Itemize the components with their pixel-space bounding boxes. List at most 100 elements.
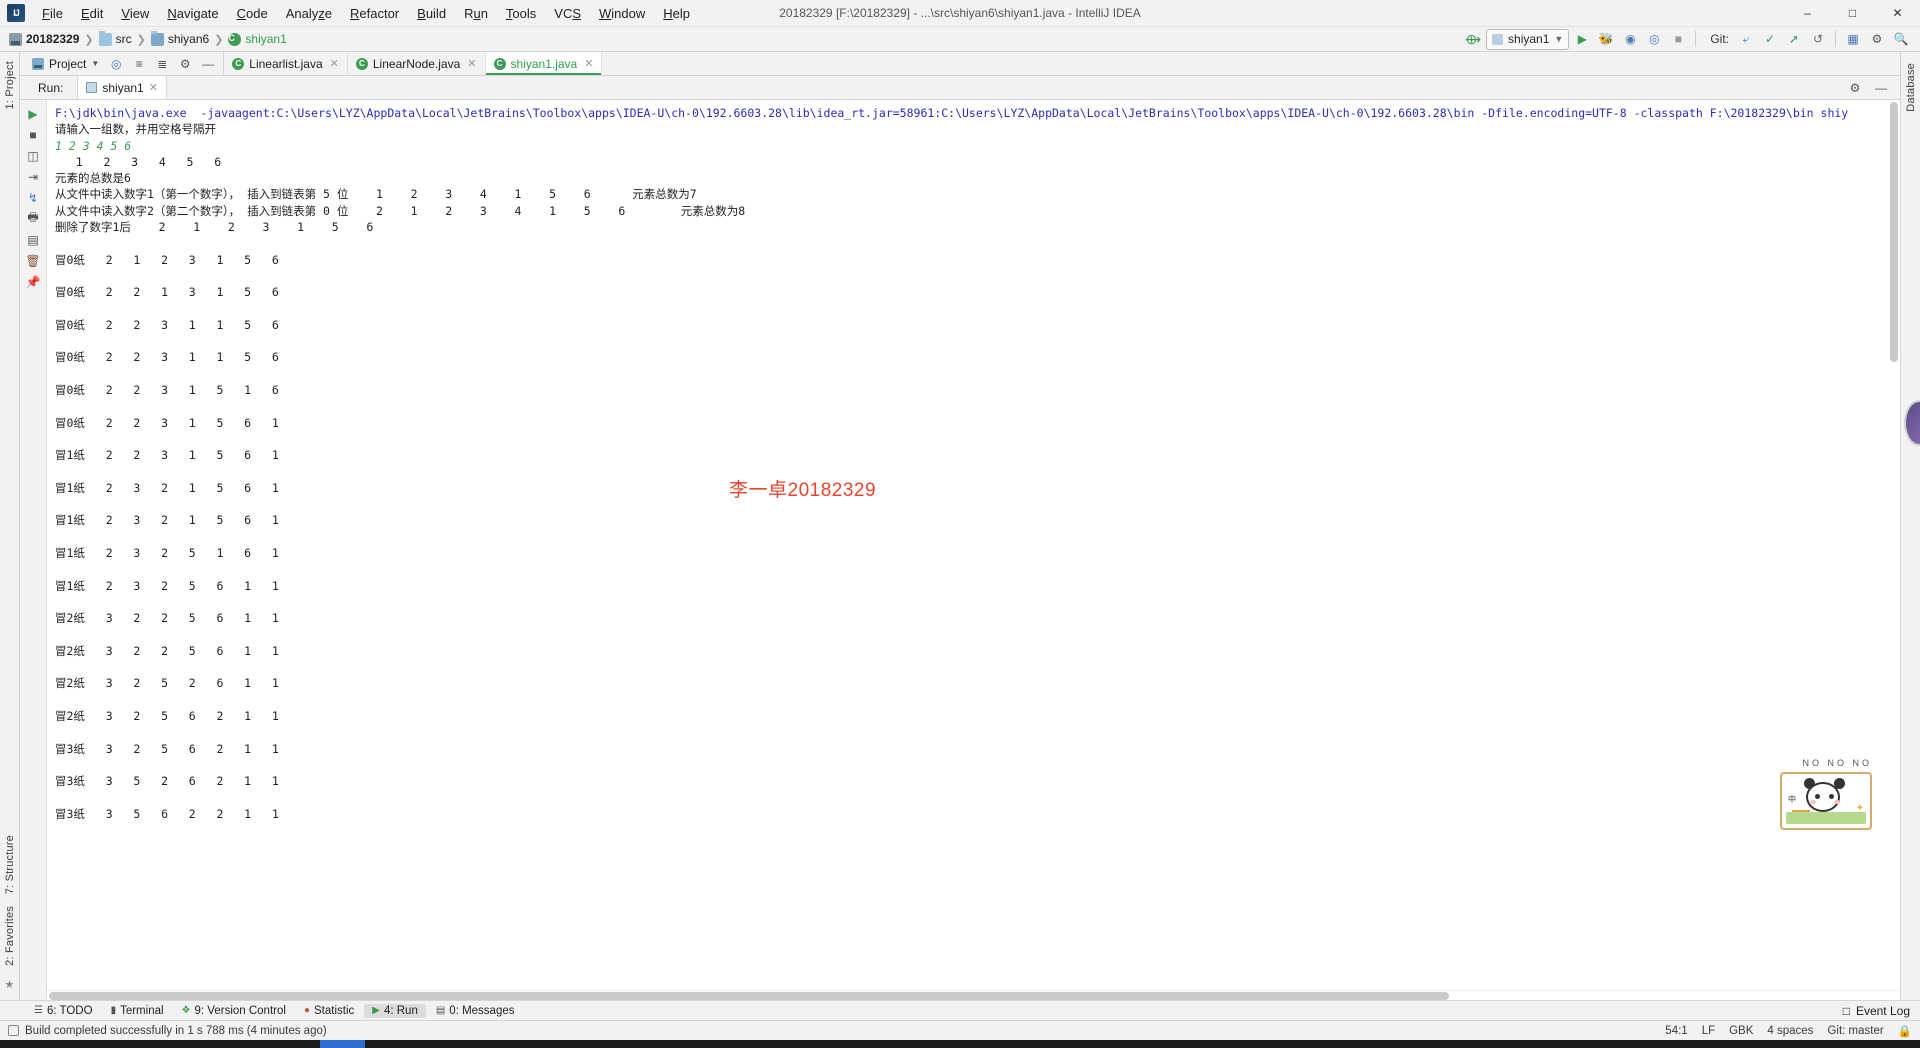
tab-linearlist-java[interactable]: C Linearlist.java ✕ [224, 52, 348, 75]
layout-icon[interactable]: ▦ [1842, 29, 1864, 50]
close-icon[interactable]: ✕ [149, 81, 158, 94]
console-horizontal-scrollbar[interactable] [47, 990, 1900, 1000]
project-tab[interactable]: Project ▼ [26, 57, 105, 71]
hide-icon[interactable]: — [197, 53, 219, 74]
console-vertical-scrollbar[interactable] [1890, 102, 1898, 988]
sidebar-item-database[interactable]: Database [1904, 58, 1918, 117]
run-session-tab[interactable]: shiyan1 ✕ [77, 75, 167, 99]
console-sort-row: 冒0纸 2 2 3 1 5 1 6 [55, 383, 279, 398]
close-button[interactable]: ✕ [1875, 0, 1920, 27]
collapse-icon[interactable]: ≣ [151, 53, 173, 74]
bottom-tab-label: Terminal [120, 1004, 164, 1017]
status-right: 54:1 LF GBK 4 spaces Git: master 🔒 [1665, 1024, 1912, 1038]
bottom-tab-statistic[interactable]: ● Statistic [296, 1004, 362, 1018]
tab-label: shiyan1.java [510, 56, 578, 71]
scroll-to-end-icon[interactable]: ↯ [24, 188, 43, 207]
breadcrumb-item-module[interactable]: 20182329 [6, 32, 82, 46]
bottom-tab-todo[interactable]: ☰ 6: TODO [26, 1004, 101, 1018]
scrollbar-thumb[interactable] [49, 992, 1449, 1000]
console-sort-row: 冒2纸 3 2 2 5 6 1 1 [55, 643, 279, 658]
rerun-icon[interactable]: ▶ [24, 104, 43, 123]
status-left: Build completed successfully in 1 s 788 … [8, 1025, 327, 1037]
pin-icon[interactable]: 📌 [24, 272, 43, 291]
caret-position[interactable]: 54:1 [1665, 1025, 1687, 1037]
tab-linearnode-java[interactable]: C LinearNode.java ✕ [348, 52, 486, 75]
menu-build[interactable]: Build [408, 2, 455, 25]
git-revert-icon[interactable]: ↺ [1807, 29, 1829, 50]
line-separator[interactable]: LF [1702, 1025, 1715, 1037]
breadcrumb-item-class[interactable]: C shiyan1 [225, 32, 289, 46]
bottom-tab-version-control[interactable]: ❖ 9: Version Control [174, 1004, 294, 1018]
menu-window[interactable]: Window [590, 2, 654, 25]
minimize-icon[interactable]: — [1870, 77, 1892, 98]
menu-refactor[interactable]: Refactor [341, 2, 408, 25]
run-icon[interactable]: ▶ [1571, 29, 1593, 50]
console-sort-row: 冒3纸 3 5 2 6 2 1 1 [55, 774, 279, 789]
stop-icon[interactable]: ■ [24, 125, 43, 144]
sidebar-item-favorites[interactable]: 2: Favorites [3, 901, 17, 971]
close-icon[interactable]: ✕ [330, 57, 339, 70]
coverage-icon[interactable]: ◉ [1619, 29, 1641, 50]
run-configuration-selector[interactable]: shiyan1 ▼ [1486, 28, 1570, 50]
console-output[interactable]: F:\jdk\bin\java.exe -javaagent:C:\Users\… [47, 100, 1900, 990]
build-hammer-icon[interactable]: ⟴ [1462, 29, 1484, 50]
minimize-button[interactable]: – [1785, 0, 1830, 27]
git-push-icon[interactable]: ➚ [1783, 29, 1805, 50]
bottom-tab-terminal[interactable]: ▮ Terminal [103, 1004, 172, 1018]
camera-icon[interactable]: ◫ [24, 146, 43, 165]
favorites-star-icon[interactable]: ★ [3, 973, 15, 996]
git-update-icon[interactable]: ⤶ [1735, 29, 1757, 50]
close-icon[interactable]: ✕ [467, 57, 476, 70]
stop-icon[interactable]: ■ [1667, 29, 1689, 50]
settings-icon[interactable]: ⚙ [1866, 29, 1888, 50]
tab-shiyan1-java[interactable]: C shiyan1.java ✕ [485, 52, 603, 75]
maximize-button[interactable]: □ [1830, 0, 1875, 27]
file-encoding[interactable]: GBK [1729, 1025, 1753, 1037]
bottom-tab-label: Statistic [313, 1004, 355, 1017]
menu-code[interactable]: Code [228, 2, 277, 25]
breadcrumb-item-package[interactable]: shiyan6 [148, 30, 212, 46]
lock-icon[interactable]: 🔒 [1898, 1024, 1912, 1038]
expand-icon[interactable]: ≡ [128, 53, 150, 74]
menu-edit[interactable]: Edit [72, 2, 112, 25]
close-icon[interactable]: ✕ [584, 57, 593, 70]
sidebar-item-structure[interactable]: 7: Structure [3, 830, 17, 899]
breadcrumb-item-src[interactable]: src [96, 30, 135, 46]
export-icon[interactable]: ▤ [24, 230, 43, 249]
sidebar-item-project[interactable]: 1: Project [3, 56, 17, 114]
git-commit-icon[interactable]: ✓ [1759, 29, 1781, 50]
left-strip-bottom-group: 7: Structure 2: Favorites ★ [3, 830, 17, 996]
project-panel-header: Project ▼ ◎ ≡ ≣ ⚙ — [20, 52, 225, 76]
indent-setting[interactable]: 4 spaces [1767, 1025, 1813, 1037]
console-sort-row: 冒3纸 3 5 6 2 2 1 1 [55, 806, 279, 821]
git-branch[interactable]: Git: master [1827, 1025, 1883, 1037]
menu-vcs[interactable]: VCS [545, 2, 590, 25]
soft-wrap-icon[interactable]: ⇥ [24, 167, 43, 186]
event-log-label[interactable]: Event Log [1856, 1004, 1910, 1018]
menu-view[interactable]: View [112, 2, 158, 25]
menu-run[interactable]: Run [455, 2, 497, 25]
console-sort-row: 冒0纸 2 2 1 3 1 5 6 [55, 285, 279, 300]
locate-icon[interactable]: ◎ [105, 53, 127, 74]
menu-navigate[interactable]: Navigate [158, 2, 227, 25]
debug-icon[interactable]: 🐝 [1595, 29, 1617, 50]
profile-icon[interactable]: ◎ [1643, 29, 1665, 50]
clear-all-icon[interactable]: 🗑 [24, 251, 43, 270]
class-icon: C [493, 57, 506, 70]
scrollbar-thumb[interactable] [1890, 102, 1898, 362]
taskbar-active-app[interactable] [320, 1040, 365, 1048]
panel-header-row: Project ▼ ◎ ≡ ≣ ⚙ — C Linearlist.java ✕ … [20, 52, 1900, 76]
menu-analyze[interactable]: Analyze [277, 2, 341, 25]
menu-help[interactable]: Help [654, 2, 699, 25]
bottom-tab-run[interactable]: ▶ 4: Run [364, 1003, 426, 1018]
gear-icon[interactable]: ⚙ [174, 53, 196, 74]
search-icon[interactable]: 🔍 [1890, 29, 1912, 50]
settings-icon[interactable]: ⚙ [1844, 77, 1866, 98]
bottom-tab-messages[interactable]: ▤ 0: Messages [428, 1004, 523, 1018]
menu-tools[interactable]: Tools [497, 2, 545, 25]
menu-file[interactable]: File [33, 2, 72, 25]
print-icon[interactable]: 🖶 [24, 209, 43, 228]
